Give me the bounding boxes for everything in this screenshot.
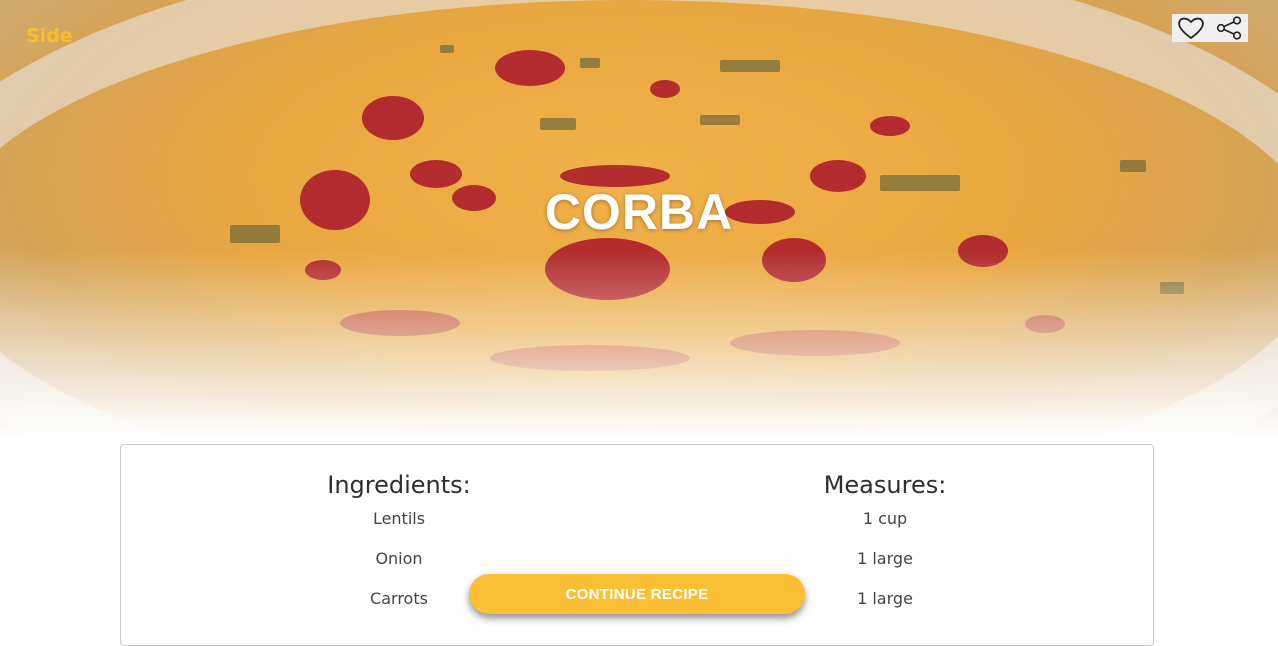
herb-fleck	[1120, 160, 1146, 172]
drizzle-drop	[362, 96, 424, 140]
share-icon[interactable]	[1215, 16, 1243, 40]
herb-fleck	[700, 115, 740, 125]
ingredient-item: Lentils	[372, 509, 426, 528]
ingredients-card: Ingredients: Lentils Onion Carrots Measu…	[120, 444, 1154, 646]
drizzle-drop	[495, 50, 565, 86]
herb-fleck	[720, 60, 780, 72]
herb-fleck	[440, 45, 454, 53]
drizzle-drop	[650, 80, 680, 98]
herb-fleck	[540, 118, 576, 130]
recipe-title: CORBA	[544, 184, 734, 240]
measures-heading: Measures:	[823, 471, 947, 499]
hero-fade	[0, 250, 1278, 440]
continue-recipe-button[interactable]: CONTINUE RECIPE	[469, 574, 805, 614]
herb-fleck	[580, 58, 600, 68]
recipe-actions	[1172, 14, 1248, 42]
measure-item: 1 cup	[862, 509, 908, 528]
heart-icon[interactable]	[1177, 16, 1205, 40]
drizzle-drop	[870, 116, 910, 136]
ingredients-heading: Ingredients:	[327, 471, 471, 499]
recipe-category[interactable]: Side	[26, 25, 73, 47]
